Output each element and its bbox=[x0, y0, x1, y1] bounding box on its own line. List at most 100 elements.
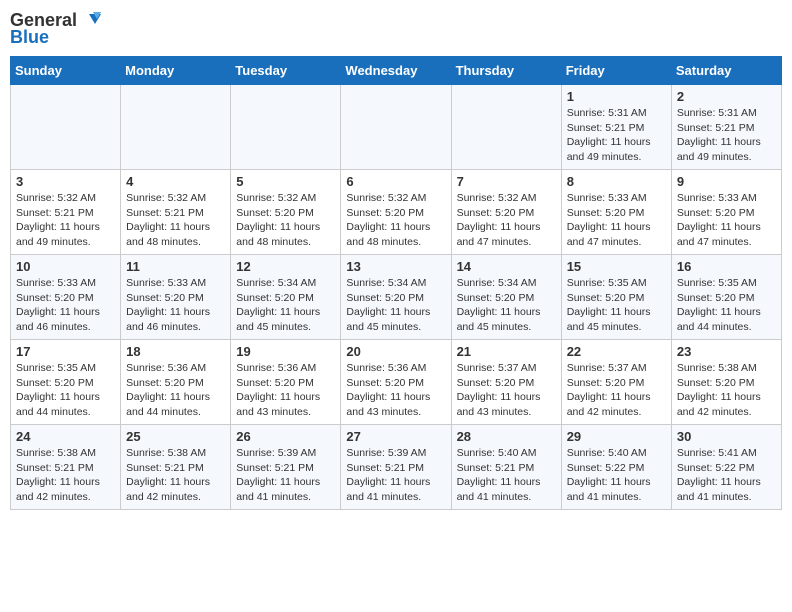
calendar-cell: 13 Sunrise: 5:34 AM Sunset: 5:20 PM Dayli… bbox=[341, 255, 451, 340]
day-number: 11 bbox=[126, 259, 225, 274]
day-info: Sunrise: 5:34 AM Sunset: 5:20 PM Dayligh… bbox=[346, 276, 445, 335]
day-number: 5 bbox=[236, 174, 335, 189]
day-number: 27 bbox=[346, 429, 445, 444]
day-info: Sunrise: 5:32 AM Sunset: 5:20 PM Dayligh… bbox=[236, 191, 335, 250]
calendar-cell: 2 Sunrise: 5:31 AM Sunset: 5:21 PM Daylig… bbox=[671, 85, 781, 170]
day-info: Sunrise: 5:35 AM Sunset: 5:20 PM Dayligh… bbox=[677, 276, 776, 335]
calendar-cell: 8 Sunrise: 5:33 AM Sunset: 5:20 PM Daylig… bbox=[561, 170, 671, 255]
day-info: Sunrise: 5:36 AM Sunset: 5:20 PM Dayligh… bbox=[236, 361, 335, 420]
weekday-header-row: SundayMondayTuesdayWednesdayThursdayFrid… bbox=[11, 57, 782, 85]
day-info: Sunrise: 5:40 AM Sunset: 5:22 PM Dayligh… bbox=[567, 446, 666, 505]
day-info: Sunrise: 5:33 AM Sunset: 5:20 PM Dayligh… bbox=[16, 276, 115, 335]
day-info: Sunrise: 5:32 AM Sunset: 5:20 PM Dayligh… bbox=[457, 191, 556, 250]
day-number: 30 bbox=[677, 429, 776, 444]
day-info: Sunrise: 5:37 AM Sunset: 5:20 PM Dayligh… bbox=[457, 361, 556, 420]
calendar-cell: 17Sunrise: 5:35 AM Sunset: 5:20 PM Dayli… bbox=[11, 340, 121, 425]
calendar-cell: 27 Sunrise: 5:39 AM Sunset: 5:21 PM Dayli… bbox=[341, 425, 451, 510]
calendar-cell: 30 Sunrise: 5:41 AM Sunset: 5:22 PM Dayli… bbox=[671, 425, 781, 510]
calendar-cell bbox=[341, 85, 451, 170]
weekday-header-wednesday: Wednesday bbox=[341, 57, 451, 85]
day-number: 16 bbox=[677, 259, 776, 274]
day-number: 8 bbox=[567, 174, 666, 189]
day-info: Sunrise: 5:33 AM Sunset: 5:20 PM Dayligh… bbox=[677, 191, 776, 250]
day-info: Sunrise: 5:38 AM Sunset: 5:21 PM Dayligh… bbox=[16, 446, 115, 505]
day-number: 26 bbox=[236, 429, 335, 444]
day-number: 13 bbox=[346, 259, 445, 274]
weekday-header-sunday: Sunday bbox=[11, 57, 121, 85]
day-info: Sunrise: 5:35 AM Sunset: 5:20 PM Dayligh… bbox=[567, 276, 666, 335]
day-number: 20 bbox=[346, 344, 445, 359]
day-info: Sunrise: 5:32 AM Sunset: 5:21 PM Dayligh… bbox=[126, 191, 225, 250]
day-number: 6 bbox=[346, 174, 445, 189]
day-number: 2 bbox=[677, 89, 776, 104]
logo-text: General Blue bbox=[10, 10, 101, 48]
day-number: 10 bbox=[16, 259, 115, 274]
day-number: 29 bbox=[567, 429, 666, 444]
day-number: 22 bbox=[567, 344, 666, 359]
calendar-cell: 6 Sunrise: 5:32 AM Sunset: 5:20 PM Daylig… bbox=[341, 170, 451, 255]
logo-bird-icon bbox=[79, 12, 101, 30]
calendar-cell: 5 Sunrise: 5:32 AM Sunset: 5:20 PM Daylig… bbox=[231, 170, 341, 255]
weekday-header-thursday: Thursday bbox=[451, 57, 561, 85]
day-number: 19 bbox=[236, 344, 335, 359]
day-info: Sunrise: 5:36 AM Sunset: 5:20 PM Dayligh… bbox=[346, 361, 445, 420]
calendar-cell: 14 Sunrise: 5:34 AM Sunset: 5:20 PM Dayli… bbox=[451, 255, 561, 340]
calendar-cell: 19 Sunrise: 5:36 AM Sunset: 5:20 PM Dayli… bbox=[231, 340, 341, 425]
calendar-week-4: 17Sunrise: 5:35 AM Sunset: 5:20 PM Dayli… bbox=[11, 340, 782, 425]
day-info: Sunrise: 5:41 AM Sunset: 5:22 PM Dayligh… bbox=[677, 446, 776, 505]
day-number: 24 bbox=[16, 429, 115, 444]
day-number: 12 bbox=[236, 259, 335, 274]
calendar-cell bbox=[121, 85, 231, 170]
calendar-cell: 10 Sunrise: 5:33 AM Sunset: 5:20 PM Dayli… bbox=[11, 255, 121, 340]
calendar-week-2: 3 Sunrise: 5:32 AM Sunset: 5:21 PM Daylig… bbox=[11, 170, 782, 255]
day-info: Sunrise: 5:40 AM Sunset: 5:21 PM Dayligh… bbox=[457, 446, 556, 505]
day-info: Sunrise: 5:31 AM Sunset: 5:21 PM Dayligh… bbox=[677, 106, 776, 165]
calendar-cell: 21 Sunrise: 5:37 AM Sunset: 5:20 PM Dayli… bbox=[451, 340, 561, 425]
day-number: 18 bbox=[126, 344, 225, 359]
weekday-header-monday: Monday bbox=[121, 57, 231, 85]
day-number: 17 bbox=[16, 344, 115, 359]
calendar-cell bbox=[231, 85, 341, 170]
calendar-week-3: 10 Sunrise: 5:33 AM Sunset: 5:20 PM Dayli… bbox=[11, 255, 782, 340]
calendar-cell: 25 Sunrise: 5:38 AM Sunset: 5:21 PM Dayli… bbox=[121, 425, 231, 510]
day-number: 21 bbox=[457, 344, 556, 359]
calendar-cell bbox=[451, 85, 561, 170]
day-info: Sunrise: 5:38 AM Sunset: 5:21 PM Dayligh… bbox=[126, 446, 225, 505]
day-number: 14 bbox=[457, 259, 556, 274]
weekday-header-friday: Friday bbox=[561, 57, 671, 85]
logo: General Blue bbox=[10, 10, 101, 48]
day-info: Sunrise: 5:33 AM Sunset: 5:20 PM Dayligh… bbox=[126, 276, 225, 335]
calendar-cell: 23Sunrise: 5:38 AM Sunset: 5:20 PM Dayli… bbox=[671, 340, 781, 425]
day-info: Sunrise: 5:34 AM Sunset: 5:20 PM Dayligh… bbox=[236, 276, 335, 335]
calendar-table: SundayMondayTuesdayWednesdayThursdayFrid… bbox=[10, 56, 782, 510]
calendar-cell: 28Sunrise: 5:40 AM Sunset: 5:21 PM Dayli… bbox=[451, 425, 561, 510]
calendar-cell: 4 Sunrise: 5:32 AM Sunset: 5:21 PM Daylig… bbox=[121, 170, 231, 255]
calendar-cell: 20 Sunrise: 5:36 AM Sunset: 5:20 PM Dayli… bbox=[341, 340, 451, 425]
day-number: 9 bbox=[677, 174, 776, 189]
day-number: 25 bbox=[126, 429, 225, 444]
calendar-cell: 12 Sunrise: 5:34 AM Sunset: 5:20 PM Dayli… bbox=[231, 255, 341, 340]
day-info: Sunrise: 5:32 AM Sunset: 5:21 PM Dayligh… bbox=[16, 191, 115, 250]
day-info: Sunrise: 5:39 AM Sunset: 5:21 PM Dayligh… bbox=[346, 446, 445, 505]
calendar-cell: 9 Sunrise: 5:33 AM Sunset: 5:20 PM Daylig… bbox=[671, 170, 781, 255]
day-number: 3 bbox=[16, 174, 115, 189]
day-number: 1 bbox=[567, 89, 666, 104]
calendar-cell: 29 Sunrise: 5:40 AM Sunset: 5:22 PM Dayli… bbox=[561, 425, 671, 510]
day-info: Sunrise: 5:36 AM Sunset: 5:20 PM Dayligh… bbox=[126, 361, 225, 420]
calendar-cell: 7Sunrise: 5:32 AM Sunset: 5:20 PM Daylig… bbox=[451, 170, 561, 255]
day-number: 15 bbox=[567, 259, 666, 274]
day-number: 4 bbox=[126, 174, 225, 189]
calendar-week-1: 1 Sunrise: 5:31 AM Sunset: 5:21 PM Daylig… bbox=[11, 85, 782, 170]
weekday-header-tuesday: Tuesday bbox=[231, 57, 341, 85]
day-info: Sunrise: 5:33 AM Sunset: 5:20 PM Dayligh… bbox=[567, 191, 666, 250]
calendar-cell: 24 Sunrise: 5:38 AM Sunset: 5:21 PM Dayli… bbox=[11, 425, 121, 510]
day-info: Sunrise: 5:32 AM Sunset: 5:20 PM Dayligh… bbox=[346, 191, 445, 250]
day-info: Sunrise: 5:34 AM Sunset: 5:20 PM Dayligh… bbox=[457, 276, 556, 335]
calendar-cell: 18 Sunrise: 5:36 AM Sunset: 5:20 PM Dayli… bbox=[121, 340, 231, 425]
calendar-cell: 3 Sunrise: 5:32 AM Sunset: 5:21 PM Daylig… bbox=[11, 170, 121, 255]
calendar-cell bbox=[11, 85, 121, 170]
calendar-week-5: 24 Sunrise: 5:38 AM Sunset: 5:21 PM Dayli… bbox=[11, 425, 782, 510]
day-info: Sunrise: 5:37 AM Sunset: 5:20 PM Dayligh… bbox=[567, 361, 666, 420]
calendar-cell: 26Sunrise: 5:39 AM Sunset: 5:21 PM Dayli… bbox=[231, 425, 341, 510]
day-number: 23 bbox=[677, 344, 776, 359]
